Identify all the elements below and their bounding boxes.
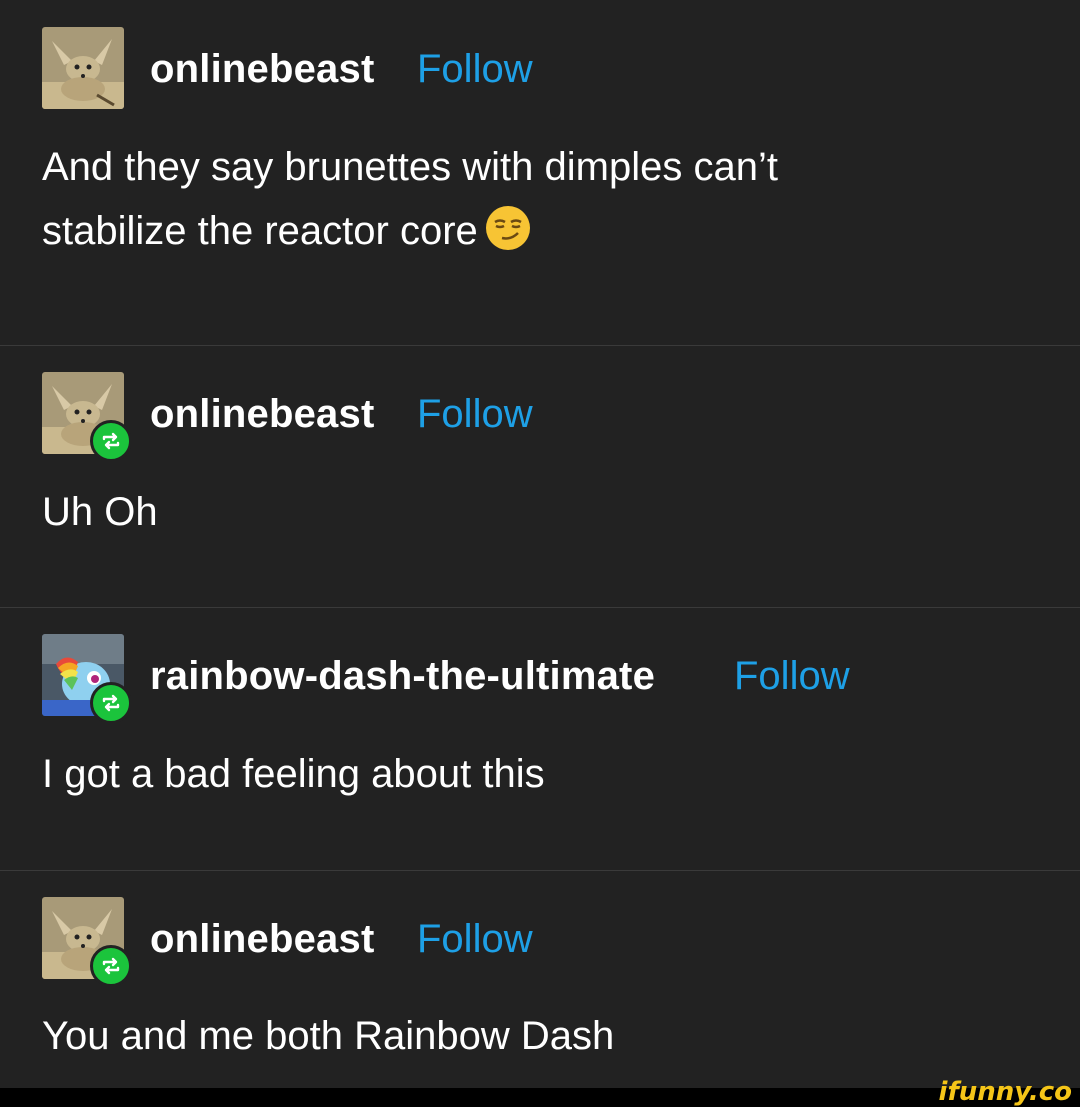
post-username[interactable]: onlinebeast bbox=[150, 917, 374, 962]
reblog-icon bbox=[90, 945, 132, 987]
post-text-line: Uh Oh bbox=[42, 490, 158, 534]
post-username[interactable]: onlinebeast bbox=[150, 47, 374, 92]
post-body: I got a bad feeling about this bbox=[42, 742, 545, 806]
post-header: onlinebeast Follow bbox=[42, 372, 1042, 462]
post-body: And they say brunettes with dimples can’… bbox=[42, 135, 778, 263]
post-body: Uh Oh bbox=[42, 480, 158, 544]
reblog-icon bbox=[90, 682, 132, 724]
follow-button[interactable]: Follow bbox=[417, 917, 533, 962]
post-text-line: stabilize the reactor core bbox=[42, 209, 478, 253]
post-text-line: You and me both Rainbow Dash bbox=[42, 1014, 615, 1058]
ifunny-watermark: ifunny.co bbox=[938, 1077, 1072, 1107]
post-body: You and me both Rainbow Dash bbox=[42, 1004, 614, 1068]
smirking-face-icon bbox=[484, 204, 532, 252]
reblog-icon bbox=[90, 420, 132, 462]
follow-button[interactable]: Follow bbox=[417, 47, 533, 92]
post-username[interactable]: onlinebeast bbox=[150, 392, 374, 437]
follow-button[interactable]: Follow bbox=[734, 654, 850, 699]
post-username[interactable]: rainbow-dash-the-ultimate bbox=[150, 654, 655, 699]
post-divider bbox=[0, 870, 1080, 871]
post-divider bbox=[0, 607, 1080, 608]
post-header: onlinebeast Follow bbox=[42, 897, 1042, 987]
follow-button[interactable]: Follow bbox=[417, 392, 533, 437]
fennec-fox-avatar[interactable] bbox=[42, 27, 124, 109]
post-text-line: And they say brunettes with dimples can’… bbox=[42, 145, 778, 189]
footer-bar bbox=[0, 1088, 1080, 1107]
post-header: rainbow-dash-the-ultimate Follow bbox=[42, 634, 1042, 724]
post-header: onlinebeast Follow bbox=[42, 27, 1042, 111]
post-text-line: I got a bad feeling about this bbox=[42, 752, 545, 796]
post-thread: onlinebeast Follow And they say brunette… bbox=[0, 0, 1080, 1088]
post-divider bbox=[0, 345, 1080, 346]
